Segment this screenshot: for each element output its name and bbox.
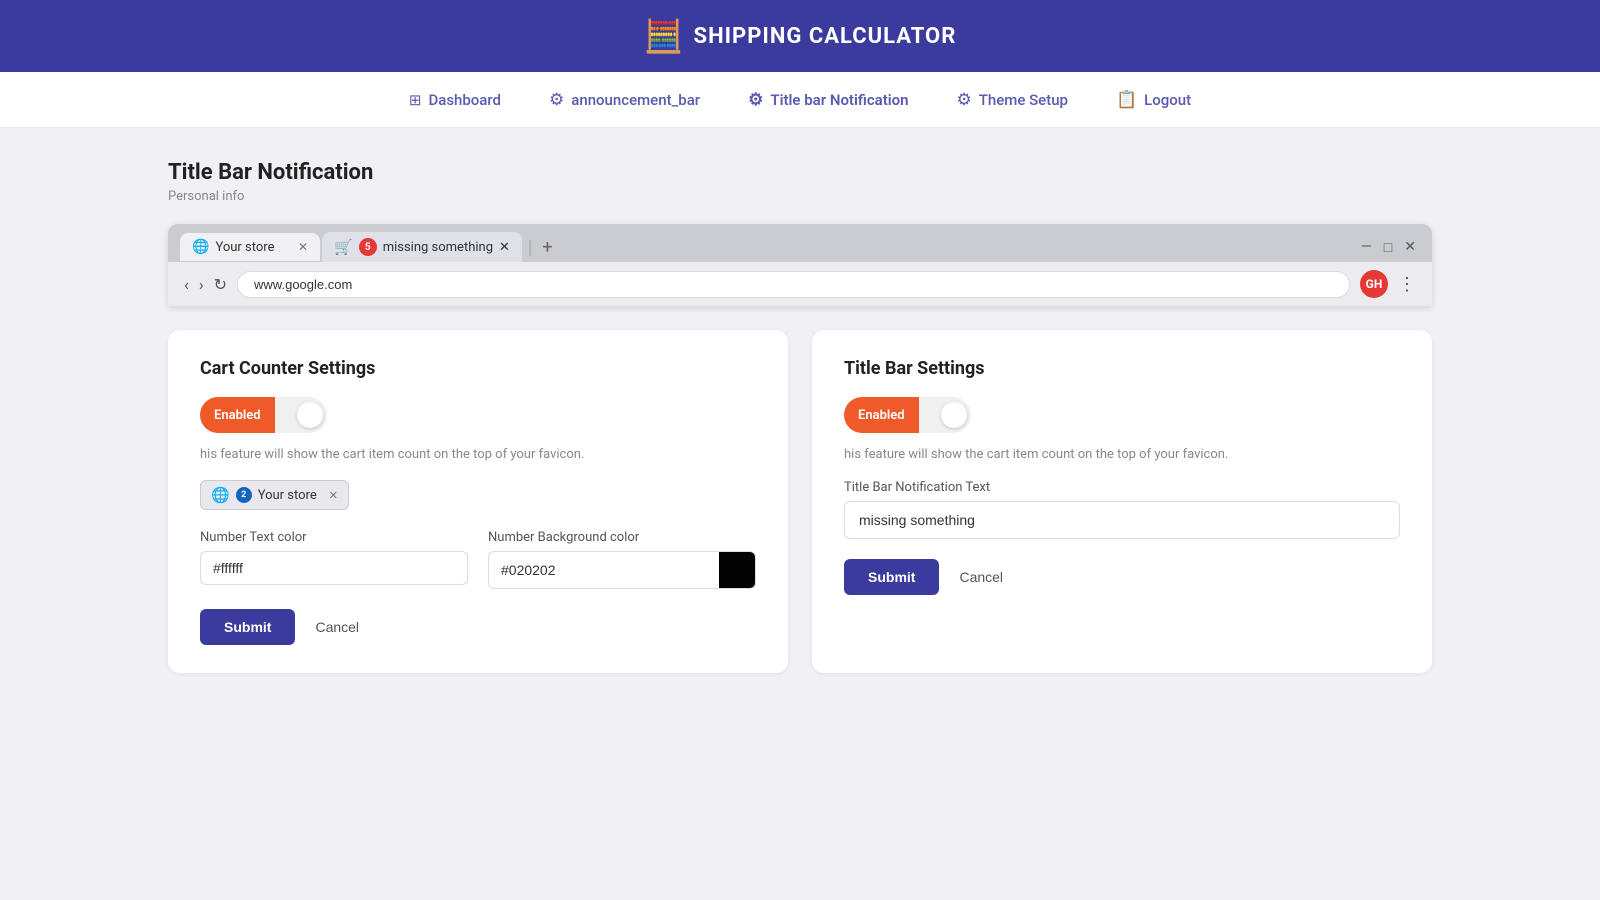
store-badge: 2 [236, 487, 252, 503]
gear-icon-theme: ⚙ [957, 90, 972, 110]
cart-counter-title: Cart Counter Settings [200, 358, 756, 379]
browser-tab-your-store[interactable]: 🌐 Your store ✕ [180, 233, 320, 261]
cart-counter-enabled-label: Enabled [200, 397, 275, 433]
bg-color-input[interactable] [489, 554, 719, 586]
forward-btn[interactable]: › [199, 275, 204, 294]
window-controls: — □ ✕ [1361, 239, 1420, 256]
title-bar-toggle-knob [941, 402, 967, 428]
tab-missing-label: missing something [383, 240, 493, 255]
title-bar-card: Title Bar Settings Enabled his feature w… [812, 330, 1432, 673]
notification-text-label: Title Bar Notification Text [844, 480, 1400, 495]
maximize-btn[interactable]: □ [1384, 239, 1392, 256]
store-tab-preview: 🌐 2 Your store ✕ [200, 480, 349, 510]
color-form-row: Number Text color Number Background colo… [200, 530, 756, 589]
cart-counter-card: Cart Counter Settings Enabled his featur… [168, 330, 788, 673]
notification-badge: 5 [359, 238, 377, 256]
reload-btn[interactable]: ↻ [214, 275, 227, 294]
title-bar-btn-row: Submit Cancel [844, 559, 1400, 595]
title-bar-enabled-label: Enabled [844, 397, 919, 433]
toggle-knob [297, 402, 323, 428]
notification-favicon: 🛒 [334, 238, 353, 256]
bg-color-group: Number Background color [488, 530, 756, 589]
browser-tabs: 🌐 Your store ✕ 🛒 5 missing something ✕ |… [168, 224, 1432, 262]
grid-icon: ⊞ [409, 91, 422, 109]
close-btn[interactable]: ✕ [1404, 239, 1416, 255]
top-bar: 🧮 Shipping Calculator [0, 0, 1600, 72]
store-tab-label: Your store [258, 488, 317, 503]
cart-submit-btn[interactable]: Submit [200, 609, 295, 645]
address-bar[interactable] [237, 271, 1350, 298]
title-bar-title: Title Bar Settings [844, 358, 1400, 379]
text-color-group: Number Text color [200, 530, 468, 589]
cart-counter-toggle[interactable] [275, 397, 327, 433]
color-swatch[interactable] [719, 552, 755, 588]
title-bar-toggle[interactable] [919, 397, 971, 433]
nav-theme-setup[interactable]: ⚙ Theme Setup [957, 90, 1068, 110]
settings-row: Cart Counter Settings Enabled his featur… [168, 330, 1432, 673]
user-avatar[interactable]: GH [1360, 270, 1388, 298]
cart-cancel-btn[interactable]: Cancel [307, 609, 367, 645]
cart-btn-row: Submit Cancel [200, 609, 756, 645]
store-tab-close[interactable]: ✕ [329, 489, 338, 502]
doc-icon: 📋 [1116, 90, 1137, 110]
browser-addressbar: ‹ › ↻ GH ⋮ [168, 262, 1432, 306]
new-tab-btn[interactable]: + [542, 237, 552, 258]
title-bar-desc: his feature will show the cart item coun… [844, 447, 1400, 462]
cart-counter-desc: his feature will show the cart item coun… [200, 447, 756, 462]
title-bar-submit-btn[interactable]: Submit [844, 559, 939, 595]
cart-counter-toggle-row: Enabled [200, 397, 756, 433]
brand-text: Shipping Calculator [694, 24, 957, 49]
page-content: Title Bar Notification Personal info 🌐 Y… [120, 128, 1480, 705]
google-favicon: 🌐 [192, 239, 209, 255]
notification-text-input[interactable] [844, 501, 1400, 539]
gear-icon-announcement: ⚙ [549, 90, 564, 110]
nav-logout[interactable]: 📋 Logout [1116, 90, 1191, 110]
text-color-label: Number Text color [200, 530, 468, 545]
nav-announcement-bar[interactable]: ⚙ announcement_bar [549, 90, 700, 110]
text-color-input[interactable] [200, 551, 468, 585]
brand: 🧮 Shipping Calculator [644, 17, 957, 55]
title-bar-toggle-row: Enabled [844, 397, 1400, 433]
nav-dashboard[interactable]: ⊞ Dashboard [409, 91, 501, 109]
secondary-nav: ⊞ Dashboard ⚙ announcement_bar ⚙ Title b… [0, 72, 1600, 128]
browser-mockup: 🌐 Your store ✕ 🛒 5 missing something ✕ |… [168, 224, 1432, 306]
gear-icon-titlebar: ⚙ [748, 90, 763, 110]
page-subtitle: Personal info [168, 189, 1432, 204]
page-title: Title Bar Notification [168, 160, 1432, 185]
tab-close-your-store[interactable]: ✕ [298, 240, 308, 254]
browser-tab-notification[interactable]: 🛒 5 missing something ✕ [322, 232, 522, 262]
tab-close-notification[interactable]: ✕ [499, 240, 510, 255]
brand-icon: 🧮 [644, 17, 684, 55]
bg-color-label: Number Background color [488, 530, 756, 545]
minimize-btn[interactable]: — [1361, 239, 1372, 255]
back-btn[interactable]: ‹ [184, 275, 189, 294]
tab-your-store-label: Your store [215, 240, 274, 255]
store-favicon: 🌐 [211, 486, 230, 504]
nav-title-bar-notification[interactable]: ⚙ Title bar Notification [748, 90, 908, 110]
more-btn[interactable]: ⋮ [1398, 274, 1416, 295]
bg-color-wrapper [488, 551, 756, 589]
title-bar-cancel-btn[interactable]: Cancel [951, 559, 1011, 595]
tab-separator: | [528, 237, 532, 258]
